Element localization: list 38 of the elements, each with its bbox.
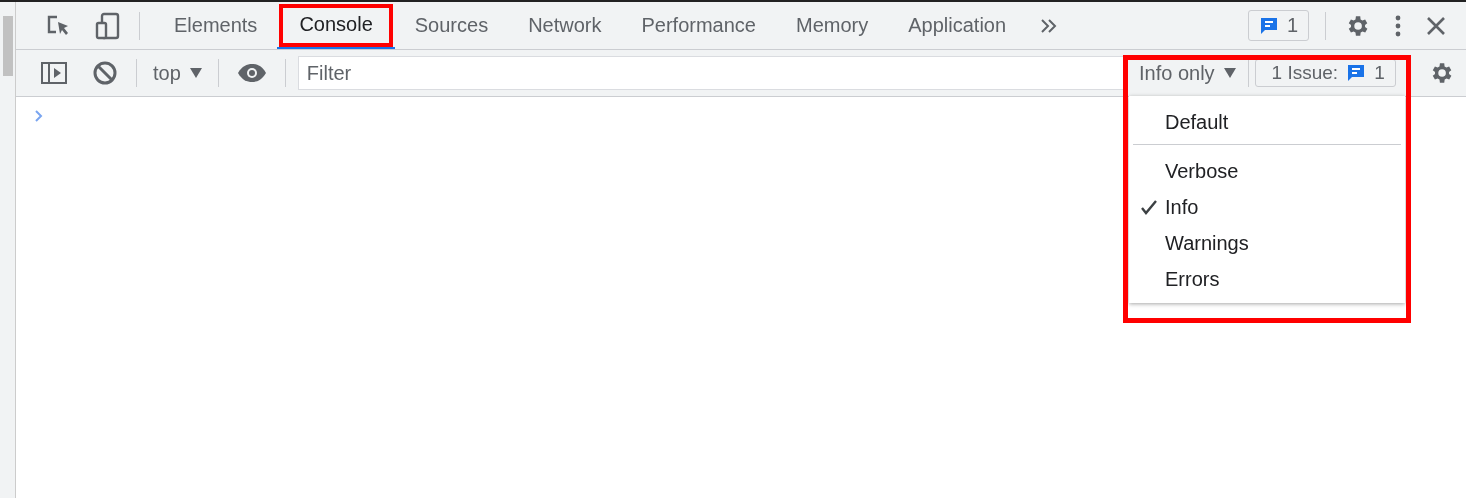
more-tabs-icon[interactable] bbox=[1040, 17, 1059, 34]
more-options-icon[interactable] bbox=[1394, 13, 1402, 38]
menu-item-label: Verbose bbox=[1165, 159, 1239, 183]
tab[interactable]: Memory bbox=[776, 2, 889, 49]
tab[interactable]: Elements bbox=[154, 2, 278, 49]
menu-item[interactable]: Info bbox=[1129, 189, 1405, 225]
caret-icon bbox=[189, 68, 202, 78]
tab[interactable]: Application bbox=[888, 2, 1027, 49]
tab[interactable]: Performance bbox=[621, 2, 776, 49]
menu-item-label: Warnings bbox=[1165, 231, 1249, 255]
issues-count: 1 bbox=[1374, 62, 1385, 84]
caret-icon bbox=[1223, 68, 1236, 78]
sidebar-toggle-icon[interactable] bbox=[40, 61, 68, 85]
menu-item[interactable]: Errors bbox=[1129, 261, 1405, 297]
menu-item-label: Errors bbox=[1165, 267, 1220, 291]
scrollbar[interactable] bbox=[0, 2, 16, 498]
filter-field[interactable]: Filter bbox=[297, 56, 1125, 90]
issues-badge[interactable]: 1 bbox=[1247, 10, 1309, 41]
context-dropdown[interactable]: top bbox=[143, 61, 212, 85]
message-icon bbox=[1258, 15, 1279, 36]
clear-icon[interactable] bbox=[92, 60, 118, 86]
issues-label: 1 Issue: bbox=[1271, 62, 1339, 84]
menu-item[interactable]: Default bbox=[1129, 104, 1405, 140]
device-icon[interactable] bbox=[95, 11, 121, 40]
menu-item[interactable]: Warnings bbox=[1129, 225, 1405, 261]
log-level-dropdown[interactable]: Info only bbox=[1133, 61, 1242, 85]
eye-icon[interactable] bbox=[236, 63, 267, 83]
tab[interactable]: Sources bbox=[394, 2, 509, 49]
menu-item-label: Default bbox=[1165, 110, 1229, 134]
issues-count: 1 bbox=[1286, 14, 1298, 37]
close-icon[interactable] bbox=[1426, 15, 1446, 36]
issues-button[interactable]: 1 Issue: 1 bbox=[1254, 59, 1396, 87]
menu-item[interactable]: Verbose bbox=[1129, 153, 1405, 189]
tab[interactable]: Network bbox=[508, 2, 622, 49]
tab[interactable]: Console bbox=[277, 2, 395, 49]
scrollbar-thumb[interactable] bbox=[3, 16, 13, 76]
menu-item-label: Info bbox=[1165, 195, 1199, 219]
message-icon bbox=[1346, 63, 1367, 83]
